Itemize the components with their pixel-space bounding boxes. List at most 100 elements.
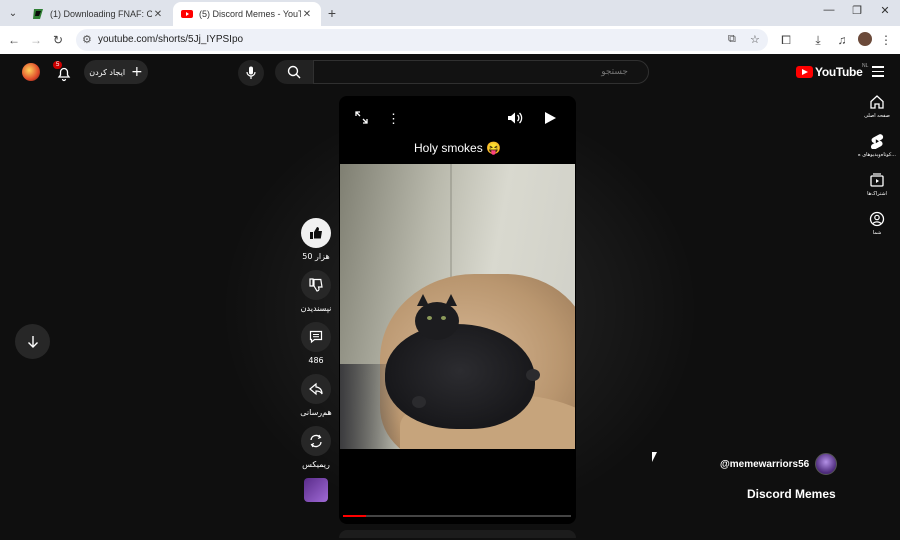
youtube-play-icon	[796, 66, 813, 78]
user-avatar[interactable]	[22, 63, 40, 81]
tab-close-icon[interactable]: ✕	[152, 9, 164, 20]
play-icon[interactable]	[544, 111, 557, 128]
comment-action: 486	[296, 322, 336, 365]
sidebar-item-subscriptions[interactable]: اشتراک‌ها	[854, 172, 900, 197]
youtube-logo[interactable]: YouTube NL	[796, 63, 868, 79]
site-info-icon[interactable]: ⚙	[82, 33, 92, 46]
like-action: 50 هزار	[296, 218, 336, 261]
create-button[interactable]: ایجاد کردن +	[84, 60, 148, 84]
wall-corner	[450, 164, 452, 284]
create-label: ایجاد کردن	[89, 67, 126, 77]
sidebar-item-home[interactable]: صفحه اصلی	[854, 94, 900, 119]
restore-icon[interactable]: ❐	[848, 4, 866, 17]
install-app-icon[interactable]: ⧉	[728, 33, 736, 46]
notifications-button[interactable]: 5	[53, 61, 73, 82]
search-icon	[287, 65, 301, 79]
guide-menu-icon[interactable]	[872, 66, 884, 77]
tab-fnaf[interactable]: (1) Downloading FNAF: CORE 2 ✕	[24, 2, 172, 26]
audio-thumbnail[interactable]	[304, 478, 328, 502]
tab-close-icon[interactable]: ✕	[301, 9, 313, 20]
dislike-label: نپسندیدن	[300, 304, 332, 313]
cat-eye	[441, 316, 446, 320]
sidebar-item-you[interactable]: شما	[854, 211, 900, 236]
reload-icon[interactable]: ↻	[50, 32, 66, 48]
url-text: youtube.com/shorts/5Jj_IYPSIpo	[98, 34, 244, 45]
cat-paw	[412, 396, 426, 408]
comment-icon	[309, 330, 323, 344]
tab-title: (1) Downloading FNAF: CORE 2	[50, 9, 152, 19]
new-tab-button[interactable]: +	[324, 5, 340, 21]
fullscreen-icon[interactable]	[355, 111, 368, 127]
subscriptions-icon	[870, 173, 884, 187]
plus-icon: +	[131, 64, 143, 80]
cat-eye	[427, 316, 432, 320]
downloads-icon[interactable]: ⤓	[810, 32, 826, 48]
channel-info: @memewarriors56	[720, 453, 838, 475]
sidebar-item-label: کوتاه‌ویدیوهای ه...	[858, 152, 896, 158]
arrow-down-icon	[27, 335, 38, 348]
cat-head	[415, 302, 459, 340]
browser-menu-icon[interactable]: ⋮	[878, 32, 894, 48]
share-icon	[309, 382, 323, 396]
like-count: 50 هزار	[302, 252, 330, 261]
next-short-button[interactable]	[15, 324, 50, 359]
tab-title: (5) Discord Memes - YouTube	[199, 9, 301, 19]
side-navigation: صفحه اصلی کوتاه‌ویدیوهای ه... اشتراک‌ها …	[854, 94, 900, 250]
thumbs-down-icon	[309, 278, 323, 292]
cat-paw	[526, 369, 540, 381]
address-bar[interactable]: ⚙ youtube.com/shorts/5Jj_IYPSIpo ⧉ ☆	[76, 29, 768, 51]
audio-action	[296, 478, 336, 502]
shorts-icon	[871, 134, 884, 149]
video-frame[interactable]	[340, 164, 575, 449]
close-window-icon[interactable]: ✕	[876, 4, 894, 17]
dislike-action: نپسندیدن	[296, 270, 336, 313]
next-short-preview[interactable]	[339, 530, 576, 538]
video-progress-bar[interactable]	[343, 515, 571, 517]
mouse-cursor-icon	[652, 452, 657, 462]
you-icon	[869, 211, 885, 227]
shorts-player[interactable]: ⋮ Holy smokes 😝	[339, 96, 576, 524]
browser-toolbar: ← → ↻ ⚙ youtube.com/shorts/5Jj_IYPSIpo ⧉…	[0, 26, 900, 54]
like-button[interactable]	[301, 218, 331, 248]
profile-avatar[interactable]	[858, 32, 872, 46]
forward-icon[interactable]: →	[28, 32, 44, 48]
video-overlay-title: Holy smokes 😝	[414, 141, 501, 155]
share-action: هم‌رسانی	[296, 374, 336, 417]
channel-handle[interactable]: @memewarriors56	[720, 459, 809, 470]
youtube-favicon-icon	[181, 10, 193, 18]
more-options-icon[interactable]: ⋮	[387, 111, 400, 127]
tab-discord-memes[interactable]: (5) Discord Memes - YouTube ✕	[173, 2, 321, 26]
bookmark-star-icon[interactable]: ☆	[750, 33, 760, 46]
gamejolt-favicon-icon	[33, 9, 43, 19]
remix-button[interactable]	[301, 426, 331, 456]
thumbs-up-icon	[310, 227, 322, 239]
microphone-icon	[246, 66, 256, 79]
remix-icon	[310, 434, 322, 448]
comments-button[interactable]	[301, 322, 331, 352]
minimize-icon[interactable]: —	[820, 4, 838, 16]
video-title[interactable]: Discord Memes	[747, 487, 836, 501]
sidebar-item-label: صفحه اصلی	[864, 113, 890, 119]
cat-body	[385, 324, 535, 429]
comment-count: 486	[308, 356, 324, 365]
share-label: هم‌رسانی	[300, 408, 332, 417]
video-progress-fill	[343, 515, 366, 517]
home-icon	[870, 95, 884, 109]
share-button[interactable]	[301, 374, 331, 404]
remix-label: ریمیکس	[302, 460, 330, 469]
channel-avatar[interactable]	[815, 453, 838, 475]
extensions-icon[interactable]: ⧠	[778, 32, 794, 48]
shorts-actions: 50 هزار نپسندیدن 486 هم‌رسانی ریمیکس	[296, 218, 336, 511]
sidebar-item-shorts[interactable]: کوتاه‌ویدیوهای ه...	[854, 133, 900, 158]
logo-text: YouTube	[815, 65, 863, 79]
dislike-button[interactable]	[301, 270, 331, 300]
remix-action: ریمیکس	[296, 426, 336, 469]
sidebar-item-label: شما	[872, 230, 882, 236]
media-controls-icon[interactable]: ♫	[834, 32, 850, 48]
tab-search-button[interactable]: ⌄	[4, 4, 22, 22]
sidebar-item-label: اشتراک‌ها	[867, 191, 887, 197]
country-code: NL	[862, 63, 869, 69]
back-icon[interactable]: ←	[6, 32, 22, 48]
browser-tab-bar: ⌄ (1) Downloading FNAF: CORE 2 ✕ (5) Dis…	[0, 0, 900, 26]
volume-icon[interactable]	[507, 111, 523, 128]
